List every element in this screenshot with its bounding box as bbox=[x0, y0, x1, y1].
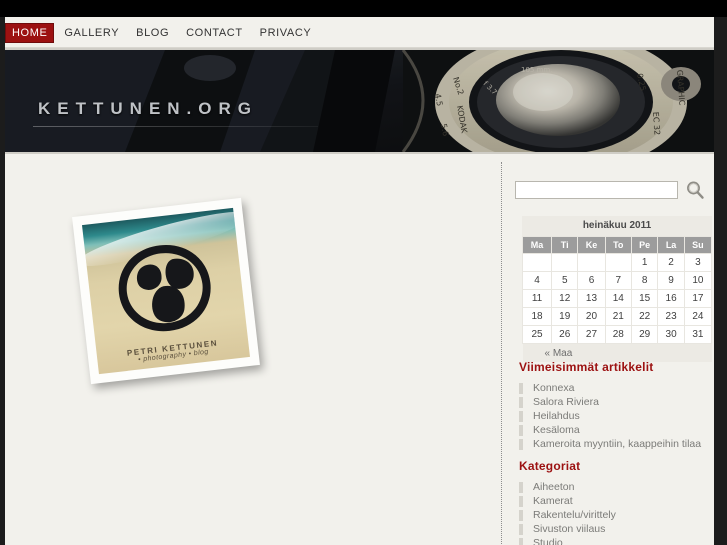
site-title: KETTUNEN.ORG bbox=[38, 99, 258, 118]
calendar-day-cell[interactable]: 31 bbox=[683, 325, 713, 344]
calendar-head: Ma Ti Ke To Pe La Su bbox=[521, 236, 713, 254]
calendar-day-cell[interactable]: 12 bbox=[551, 289, 579, 308]
recent-post-item[interactable]: Heilahdus bbox=[519, 409, 714, 423]
calendar-day-cell[interactable]: 23 bbox=[657, 307, 685, 326]
calendar-week-row: 123 bbox=[521, 253, 713, 272]
categories-list: Aiheeton Kamerat Rakentelu/virittely Sivust… bbox=[519, 480, 714, 545]
page-content: HOME GALLERY BLOG CONTACT PRIVACY No.2 K… bbox=[5, 17, 714, 545]
calendar-week-row: 4 5 6 7 8 9 10 bbox=[521, 271, 713, 290]
recent-post-item[interactable]: Kesäloma bbox=[519, 423, 714, 437]
category-item[interactable]: Aiheeton bbox=[519, 480, 714, 494]
column-divider bbox=[501, 162, 502, 545]
calendar-dow-ma: Ma bbox=[521, 236, 553, 254]
calendar-day-cell[interactable]: 7 bbox=[604, 271, 632, 290]
calendar-day-cell[interactable]: 18 bbox=[521, 307, 553, 326]
calendar-week-row: 18 19 20 21 22 23 24 bbox=[521, 307, 713, 326]
calendar-week-row: 25 26 27 28 29 30 31 bbox=[521, 325, 713, 344]
sidebar: heinäkuu 2011 Ma Ti Ke To Pe La Su 12345… bbox=[511, 154, 714, 545]
calendar-dow-to: To bbox=[604, 236, 632, 254]
calendar-day-cell[interactable]: 21 bbox=[604, 307, 632, 326]
calendar-dow-su: Su bbox=[683, 236, 713, 254]
categories-title: Kategoriat bbox=[519, 459, 581, 473]
calendar-day-cell[interactable]: 2 bbox=[657, 253, 685, 272]
calendar-day-cell[interactable]: 26 bbox=[551, 325, 579, 344]
recent-post-item[interactable]: Salora Riviera bbox=[519, 395, 714, 409]
polaroid-image: PETRI KETTUNEN • photography • blog bbox=[81, 207, 251, 375]
calendar-day-cell[interactable]: 13 bbox=[577, 289, 606, 308]
calendar-day-cell[interactable]: 10 bbox=[683, 271, 713, 290]
category-item[interactable]: Sivuston viilaus bbox=[519, 522, 714, 536]
calendar-day-cell[interactable]: 30 bbox=[657, 325, 685, 344]
page-root: HOME GALLERY BLOG CONTACT PRIVACY No.2 K… bbox=[0, 0, 727, 545]
calendar-day-cell[interactable]: 16 bbox=[657, 289, 685, 308]
calendar-empty-cell bbox=[604, 253, 632, 272]
nav-item-blog[interactable]: BLOG bbox=[129, 23, 176, 43]
calendar-empty-cell bbox=[577, 253, 606, 272]
calendar-body: 1 2 3 4 5 6 7 8 9 10 11 12 13 14 15 16 17 18 19 20 21 22 23 24 2… bbox=[521, 253, 713, 344]
calendar-dow-la: La bbox=[657, 236, 685, 254]
category-item[interactable]: Kamerat bbox=[519, 494, 714, 508]
calendar-day-cell[interactable]: 9 bbox=[657, 271, 685, 290]
calendar-day-cell[interactable]: 4 bbox=[521, 271, 553, 290]
calendar-widget: heinäkuu 2011 Ma Ti Ke To Pe La Su 12345… bbox=[521, 216, 713, 362]
search-button[interactable] bbox=[685, 180, 705, 200]
calendar-day-cell[interactable]: 3 bbox=[683, 253, 713, 272]
search-widget bbox=[515, 180, 714, 200]
main-navigation: HOME GALLERY BLOG CONTACT PRIVACY bbox=[5, 17, 714, 48]
calendar-day-cell[interactable]: 8 bbox=[630, 271, 659, 290]
search-icon bbox=[687, 181, 704, 199]
calendar-day-cell[interactable]: 11 bbox=[521, 289, 553, 308]
calendar-day-cell[interactable]: 27 bbox=[577, 325, 606, 344]
calendar-week-row: 11 12 13 14 15 16 17 bbox=[521, 289, 713, 308]
calendar-day-cell[interactable]: 22 bbox=[630, 307, 659, 326]
categories-widget: Kategoriat Aiheeton Kamerat Rakentelu/viri… bbox=[519, 459, 714, 545]
calendar-caption: heinäkuu 2011 bbox=[522, 216, 712, 236]
nav-item-gallery[interactable]: GALLERY bbox=[57, 23, 126, 43]
category-item[interactable]: Rakentelu/virittely bbox=[519, 508, 714, 522]
calendar-day-cell[interactable]: 1 bbox=[630, 253, 659, 272]
calendar-dow-ti: Ti bbox=[551, 236, 579, 254]
nav-item-privacy[interactable]: PRIVACY bbox=[253, 23, 319, 43]
recent-post-item[interactable]: Konnexa bbox=[519, 381, 714, 395]
polaroid-logo-glyph bbox=[118, 245, 211, 332]
recent-posts-title: Viimeisimmät artikkelit bbox=[519, 360, 654, 374]
polaroid-photo[interactable]: PETRI KETTUNEN • photography • blog bbox=[72, 197, 260, 385]
calendar-day-cell[interactable]: 28 bbox=[604, 325, 632, 344]
page-right-edge bbox=[714, 17, 727, 545]
nav-item-contact[interactable]: CONTACT bbox=[179, 23, 250, 43]
calendar-day-cell[interactable]: 5 bbox=[551, 271, 579, 290]
calendar-day-cell[interactable]: 19 bbox=[551, 307, 579, 326]
calendar-day-cell[interactable]: 25 bbox=[521, 325, 553, 344]
calendar-day-cell[interactable]: 29 bbox=[630, 325, 659, 344]
banner-title-rule bbox=[33, 126, 318, 127]
calendar-empty-cell bbox=[521, 253, 553, 272]
calendar-dow-pe: Pe bbox=[630, 236, 659, 254]
calendar-empty-cell bbox=[551, 253, 579, 272]
calendar-day-cell[interactable]: 20 bbox=[577, 307, 606, 326]
site-banner: No.2 KODAK 4.5 5.6 0.25 GRAPHIC EC 32 10… bbox=[5, 48, 714, 154]
calendar-day-header-row: Ma Ti Ke To Pe La Su bbox=[521, 236, 713, 254]
nav-list: HOME GALLERY BLOG CONTACT PRIVACY bbox=[5, 17, 714, 48]
calendar-prev-month-link[interactable]: « Maa bbox=[545, 348, 573, 359]
calendar-dow-ke: Ke bbox=[577, 236, 606, 254]
calendar-day-cell[interactable]: 17 bbox=[683, 289, 713, 308]
nav-item-home[interactable]: HOME bbox=[5, 22, 55, 43]
polaroid-caption: PETRI KETTUNEN • photography • blog bbox=[96, 335, 249, 368]
calendar-day-cell[interactable]: 15 bbox=[630, 289, 659, 308]
recent-posts-widget: Viimeisimmät artikkelit Konnexa Salora Ri… bbox=[519, 360, 714, 451]
recent-posts-list: Konnexa Salora Riviera Heilahdus Kesäloma Ka… bbox=[519, 381, 714, 451]
recent-post-item[interactable]: Kameroita myyntiin, kaappeihin tilaa bbox=[519, 437, 714, 451]
calendar-day-cell[interactable]: 24 bbox=[683, 307, 713, 326]
search-input[interactable] bbox=[515, 181, 678, 199]
category-item[interactable]: Studio bbox=[519, 536, 714, 545]
browser-top-strip bbox=[0, 0, 727, 17]
calendar-day-cell[interactable]: 14 bbox=[604, 289, 632, 308]
calendar-day-cell[interactable]: 6 bbox=[577, 271, 606, 290]
